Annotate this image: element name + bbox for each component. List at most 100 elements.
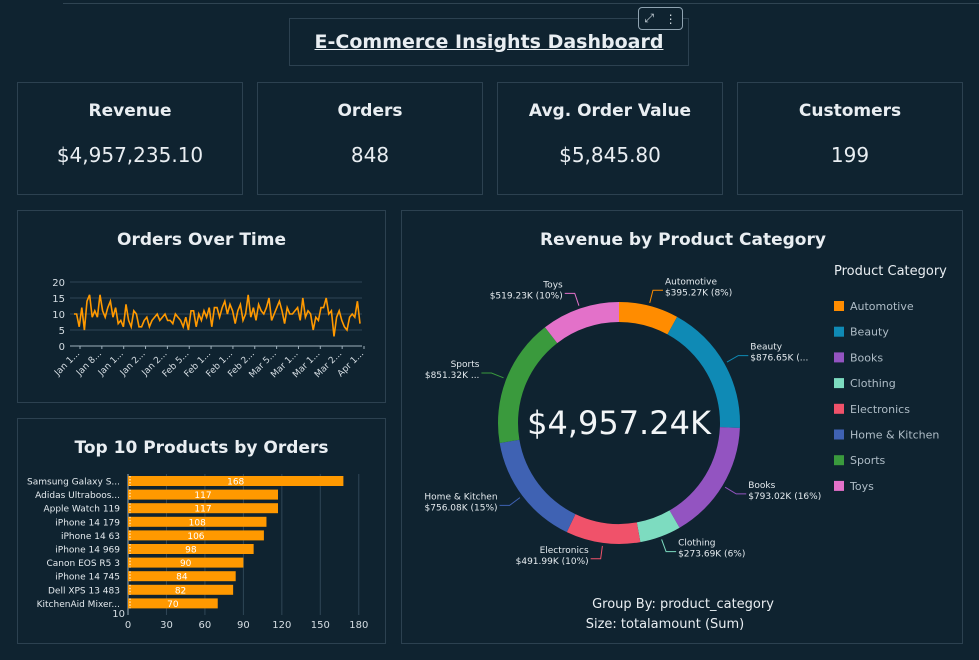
kpi-orders: Orders 848 [257,82,483,195]
size-by-label: Size: totalamount (Sum) [586,617,745,632]
bar-category-label: iPhone 14 179 [55,518,120,528]
bar-value-label: 70 [167,600,179,610]
y-tick-label: 10 [52,310,65,321]
bar-value-label: 117 [194,505,211,515]
bar-value-label: 90 [180,559,192,569]
expand-icon[interactable]: ⤢ [644,11,654,26]
slice-label-name: Electronics [540,546,589,556]
more-vertical-icon[interactable]: ⋮ [665,12,677,26]
legend-swatch[interactable] [834,301,844,311]
slice-label-name: Beauty [750,343,782,353]
dashboard-title: E-Commerce Insights Dashboard [314,31,664,53]
legend-item-label[interactable]: Beauty [850,326,889,339]
top-border [63,0,979,4]
legend-item-label[interactable]: Clothing [850,377,896,390]
legend-item-label[interactable]: Toys [849,480,874,493]
orders-over-time-panel: Orders Over Time 0 5 10 15 20 Jan 1... Jan 8.… [17,210,386,403]
leader-line [726,355,749,363]
donut-slice[interactable] [499,439,576,533]
bar-category-label: Canon EOS R5 3 [47,559,121,569]
bar-value-label: 98 [185,546,197,556]
bar-value-label: 84 [176,573,188,583]
orders-line-chart: 05101520 Jan 1...Jan 8...Jan 1...Jan 2..… [52,278,366,380]
bar-category-label: KitchenAid Mixer... [37,600,120,610]
slice-label-value: $756.08K (15%) [425,503,498,513]
x-tick-label: 0 [125,620,131,631]
x-tick-label: 90 [237,620,250,631]
revenue-by-category-panel: Revenue by Product Category Automotive $3… [401,210,963,644]
slice-label-value: $273.69K (6%) [678,550,745,560]
bar-category-label: Dell XPS 13 483 [48,586,120,596]
donut-slice[interactable] [619,302,678,335]
y-tick-label: 0 [59,342,65,353]
bar-category-label: Samsung Galaxy S... [27,478,120,488]
y-tick-label: 5 [59,326,65,337]
kpi-revenue: Revenue $4,957,235.10 [17,82,243,195]
kpi-value: 848 [350,143,390,167]
x-tick-label: 60 [199,620,212,631]
slice-label-value: $851.32K ... [425,371,480,381]
slice-label-name: Books [748,481,775,491]
leader-line [649,289,663,303]
legend-item-label[interactable]: Books [850,351,883,364]
slice-label-value: $491.99K (10%) [516,557,589,567]
legend-item-label[interactable]: Sports [850,454,886,467]
slice-label-value: $519.23K (10%) [490,291,563,301]
y-bottom-tick: 10 [112,609,125,620]
kpi-value: $5,845.80 [559,143,661,167]
legend-swatch[interactable] [834,352,844,363]
leader-line [661,539,677,553]
x-tick-label: 180 [349,620,368,631]
x-tick-label: 30 [160,620,173,631]
kpi-value: 199 [830,143,870,167]
donut-center-total: $4,957.24K [527,404,712,442]
slice-label-name: Automotive [665,277,718,287]
legend-title: Product Category [834,264,947,279]
leader-line [481,372,504,379]
slice-label-value: $876.65K (... [750,354,808,364]
dashboard-title-panel: E-Commerce Insights Dashboard [289,18,689,66]
kpi-avg-order-value: Avg. Order Value $5,845.80 [497,82,723,195]
slice-label-value: $793.02K (16%) [748,492,821,502]
bar-category-label: Adidas Ultraboos... [35,491,120,501]
legend-swatch[interactable] [834,455,844,466]
legend-item-label[interactable]: Home & Kitchen [850,429,939,442]
donut-slice[interactable] [544,302,619,344]
leader-line [564,292,580,306]
bar-value-label: 168 [227,478,244,488]
bar-value-label: 117 [194,491,211,501]
bar-value-label: 108 [189,518,206,528]
leader-line [590,545,603,560]
legend-swatch[interactable] [834,403,844,414]
group-by-label: Group By: product_category [592,597,774,612]
kpi-value: $4,957,235.10 [56,143,204,167]
legend-item-label[interactable]: Automotive [850,300,914,313]
donut-slice[interactable] [566,514,641,544]
bar-category-label: iPhone 14 63 [61,532,120,542]
y-tick-label: 20 [52,278,65,289]
legend-swatch[interactable] [834,429,844,440]
legend-swatch[interactable] [834,480,844,491]
revenue-donut-chart: Automotive$395.27K (8%)Beauty$876.65K (.… [424,264,947,632]
legend-item-label[interactable]: Electronics [850,403,910,416]
bar-value-label: 106 [187,532,204,542]
legend-swatch[interactable] [834,378,844,389]
bar-category-label: Apple Watch 119 [43,505,120,515]
y-tick-label: 15 [52,294,65,305]
bar-value-label: 82 [175,586,186,596]
legend-swatch[interactable] [834,326,844,337]
top-products-panel: Top 10 Products by Orders 168 Samsung Gal… [17,418,386,644]
leader-line [499,497,521,506]
top-products-bar-chart: 168 Samsung Galaxy S... 117 Adidas Ultraboo… [27,474,368,631]
slice-label-name: Sports [451,360,480,370]
kpi-customers: Customers 199 [737,82,963,195]
bar-category-label: iPhone 14 745 [55,573,120,583]
leader-line [724,486,747,495]
slice-label-value: $395.27K (8%) [665,288,732,298]
kpi-title: Orders [337,101,403,121]
donut-slice[interactable] [669,427,740,528]
x-tick-label: 150 [311,620,330,631]
bar-category-label: iPhone 14 969 [55,546,120,556]
slice-label-name: Toys [542,280,563,290]
kpi-title: Customers [798,101,902,121]
